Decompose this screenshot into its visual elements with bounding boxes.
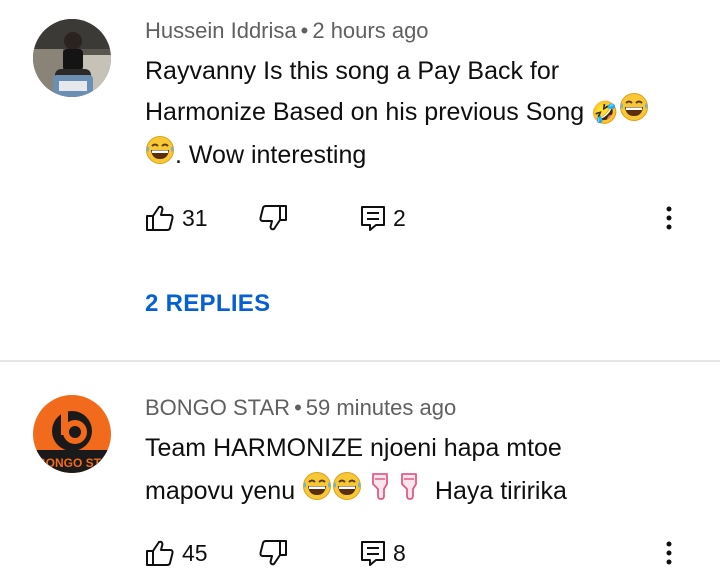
comment-text: Rayvanny Is this song a Pay Back for Har… bbox=[145, 51, 690, 178]
laughing-emoji bbox=[332, 471, 362, 514]
pointing-down-emoji bbox=[369, 471, 391, 514]
comment-2: BONGO ST BONGO STAR • 59 minutes ago Team … bbox=[0, 362, 720, 575]
comment-time[interactable]: 59 minutes ago bbox=[306, 395, 456, 420]
comment-text-line: Harmonize Based on his previous Song 🤣 bbox=[145, 92, 690, 135]
comment-1: Hussein Iddrisa • 2 hours ago Rayvanny Is … bbox=[0, 0, 720, 360]
laughing-emoji bbox=[145, 135, 175, 178]
pointing-down-emoji bbox=[398, 471, 420, 514]
comment-text-part: . Wow interesting bbox=[175, 141, 367, 170]
comment-meta: BONGO STAR • 59 minutes ago bbox=[145, 395, 457, 420]
avatar[interactable]: BONGO ST bbox=[33, 395, 111, 473]
comment-text-line: . Wow interesting bbox=[145, 135, 690, 178]
like-count: 31 bbox=[182, 204, 208, 231]
reply-count: 8 bbox=[393, 539, 406, 566]
avatar[interactable] bbox=[33, 19, 111, 97]
comment-actions: 31 2 bbox=[145, 203, 705, 233]
like-icon bbox=[146, 205, 174, 231]
comment-text-line: mapovu yenu Haya tiririka bbox=[145, 471, 690, 514]
comment-text-line: Rayvanny Is this song a Pay Back for bbox=[145, 57, 560, 85]
author-name[interactable]: Hussein Iddrisa bbox=[145, 18, 297, 43]
comment-text-line: Team HARMONIZE njoeni hapa mtoe bbox=[145, 434, 562, 462]
more-vert-icon bbox=[666, 541, 672, 565]
laughing-emoji bbox=[619, 92, 649, 135]
comment-text-part: Haya tiririka bbox=[434, 477, 567, 506]
reply-count: 2 bbox=[393, 204, 406, 231]
like-count: 45 bbox=[182, 539, 208, 566]
dislike-icon bbox=[259, 540, 287, 566]
comment-text: Team HARMONIZE njoeni hapa mtoe mapovu y… bbox=[145, 428, 690, 514]
reply-button[interactable]: 8 bbox=[360, 538, 406, 568]
like-button[interactable]: 31 bbox=[145, 203, 208, 233]
like-icon bbox=[146, 540, 174, 566]
more-vert-icon bbox=[666, 206, 672, 230]
comment-meta: Hussein Iddrisa • 2 hours ago bbox=[145, 18, 429, 43]
author-name[interactable]: BONGO STAR bbox=[145, 395, 290, 420]
reply-icon bbox=[361, 206, 385, 231]
like-button[interactable]: 45 bbox=[145, 538, 208, 568]
comment-text-part: Harmonize Based on his previous Song bbox=[145, 98, 592, 127]
reply-button[interactable]: 2 bbox=[360, 203, 406, 233]
missing-glyph: 🤣 bbox=[591, 101, 619, 127]
more-options-button[interactable] bbox=[659, 538, 679, 568]
dislike-button[interactable] bbox=[258, 203, 288, 233]
dislike-button[interactable] bbox=[258, 538, 288, 568]
view-replies-link[interactable]: 2 REPLIES bbox=[145, 290, 270, 318]
laughing-emoji bbox=[302, 471, 332, 514]
avatar-logo-text: BONGO ST bbox=[37, 456, 102, 470]
comment-text-part: mapovu yenu bbox=[145, 477, 296, 506]
reply-icon bbox=[361, 541, 385, 566]
more-options-button[interactable] bbox=[659, 203, 679, 233]
comment-time[interactable]: 2 hours ago bbox=[312, 18, 428, 43]
comment-actions: 45 8 bbox=[145, 538, 705, 568]
dislike-icon bbox=[259, 205, 287, 231]
